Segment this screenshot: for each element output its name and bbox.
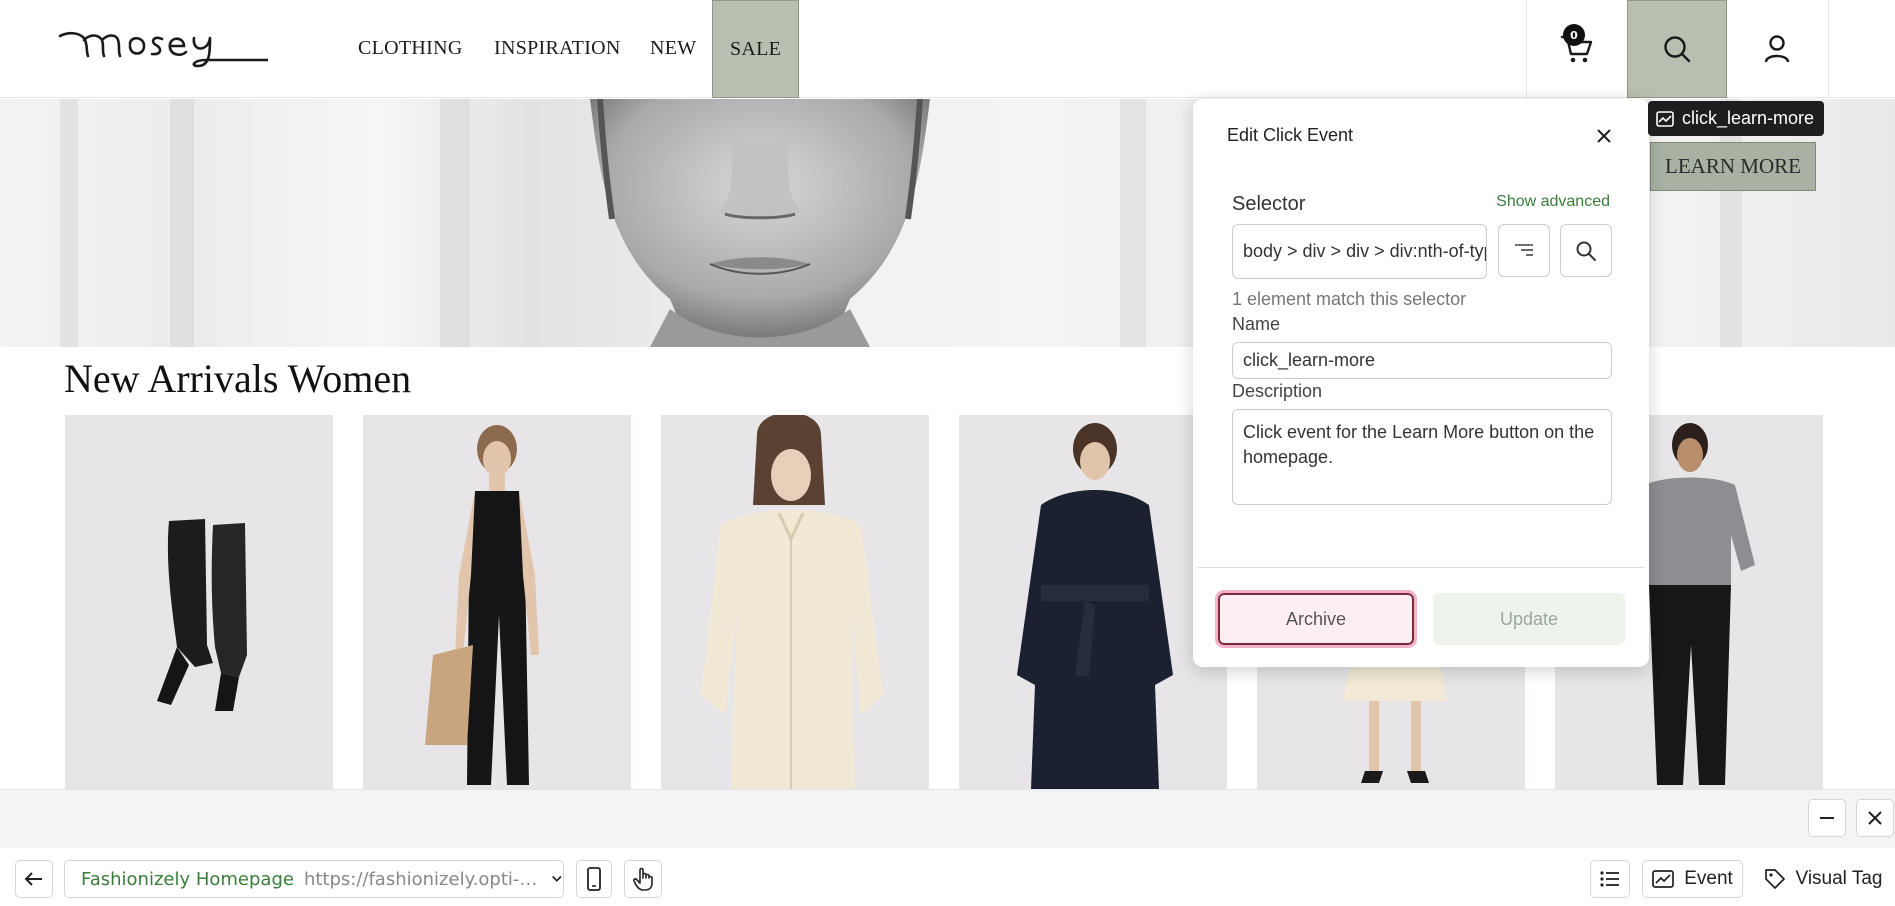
- account-button[interactable]: [1727, 0, 1827, 98]
- cart-button[interactable]: 0: [1527, 0, 1627, 98]
- hero-window-stripe: [1720, 99, 1742, 347]
- show-advanced-link[interactable]: Show advanced: [1496, 193, 1610, 211]
- learn-more-button[interactable]: LEARN MORE: [1650, 142, 1816, 191]
- tooltip-label: click_learn-more: [1682, 108, 1815, 128]
- page-selector-dropdown[interactable]: Fashionizely Homepage https://fashionize…: [64, 860, 564, 898]
- tag-icon: [1764, 869, 1785, 889]
- search-icon: [1664, 36, 1691, 63]
- description-label: Description: [1232, 381, 1323, 401]
- archive-button[interactable]: Archive: [1215, 590, 1417, 648]
- edit-click-event-panel: Edit Click Event Selector Show advanced …: [1193, 99, 1649, 667]
- product-image-boots: [157, 519, 247, 711]
- list-view-button[interactable]: [1590, 860, 1630, 898]
- hero-window-stripe: [60, 99, 78, 347]
- product-card[interactable]: [363, 415, 631, 789]
- close-icon[interactable]: [1595, 127, 1613, 145]
- search-button[interactable]: [1627, 0, 1727, 98]
- panel-divider: [1197, 567, 1645, 568]
- search-icon: [1576, 241, 1596, 261]
- mosey-logo[interactable]: [58, 22, 268, 72]
- site-header: CLOTHING INSPIRATION NEW SALE 0: [0, 0, 1895, 98]
- minimize-icon: [1820, 817, 1834, 819]
- mobile-device-icon: [587, 867, 601, 891]
- selector-label: Selector: [1232, 193, 1306, 215]
- toolbar-top-strip: [0, 789, 1895, 848]
- hero-window-stripe: [170, 99, 194, 347]
- header-divider: [1828, 0, 1829, 98]
- product-image-shirt: [701, 415, 883, 789]
- list-icon: [1600, 871, 1619, 887]
- interact-mode-button[interactable]: [624, 860, 662, 898]
- page-url: https://fashionizely.opti-demo...: [303, 868, 540, 890]
- close-toolbar-button[interactable]: [1856, 799, 1894, 837]
- device-preview-button[interactable]: [576, 860, 612, 898]
- nav-new[interactable]: NEW: [650, 0, 696, 98]
- page-name: Fashionizely Homepage: [81, 868, 294, 890]
- hero-model-face: [590, 99, 930, 347]
- visual-tag-label: Visual Tag: [1795, 868, 1883, 889]
- nav-sale[interactable]: SALE: [712, 0, 800, 98]
- event-icon: [1656, 110, 1674, 127]
- hero-window-stripe: [1120, 99, 1146, 347]
- product-image-jumpsuit: [425, 425, 539, 785]
- back-button[interactable]: [15, 860, 53, 898]
- product-card[interactable]: [661, 415, 929, 789]
- event-button[interactable]: Event: [1642, 860, 1743, 898]
- selector-match-text: 1 element match this selector: [1232, 289, 1467, 309]
- user-icon: [1764, 35, 1790, 63]
- minimize-button[interactable]: [1808, 799, 1846, 837]
- name-label: Name: [1232, 314, 1281, 334]
- hand-pointer-icon: [633, 867, 653, 891]
- product-image-coat: [1017, 423, 1173, 789]
- event-icon: [1652, 870, 1675, 888]
- selector-pick-button[interactable]: [1560, 224, 1612, 277]
- visual-tag-tooltip: click_learn-more: [1648, 101, 1825, 136]
- selector-input[interactable]: body > div > div > div:nth-of-type: [1232, 224, 1487, 279]
- product-card[interactable]: [959, 415, 1227, 789]
- nav-clothing[interactable]: CLOTHING: [358, 0, 463, 98]
- panel-title: Edit Click Event: [1227, 125, 1354, 145]
- section-title: New Arrivals Women: [64, 356, 412, 401]
- chevron-down-icon: [552, 875, 562, 882]
- name-input[interactable]: click_learn-more: [1232, 342, 1612, 379]
- close-icon: [1868, 811, 1882, 825]
- product-card[interactable]: [65, 415, 333, 789]
- filter-lines-icon: [1515, 243, 1533, 256]
- update-button[interactable]: Update: [1433, 593, 1625, 645]
- arrow-left-icon: [24, 872, 42, 886]
- visual-tag-button[interactable]: Visual Tag: [1754, 860, 1892, 898]
- description-input[interactable]: Click event for the Learn More button on…: [1232, 409, 1612, 505]
- selector-filter-button[interactable]: [1498, 224, 1550, 277]
- nav-inspiration[interactable]: INSPIRATION: [494, 0, 621, 98]
- hero-window-stripe: [440, 99, 470, 347]
- cart-count-badge: 0: [1563, 24, 1585, 46]
- event-button-label: Event: [1684, 868, 1733, 889]
